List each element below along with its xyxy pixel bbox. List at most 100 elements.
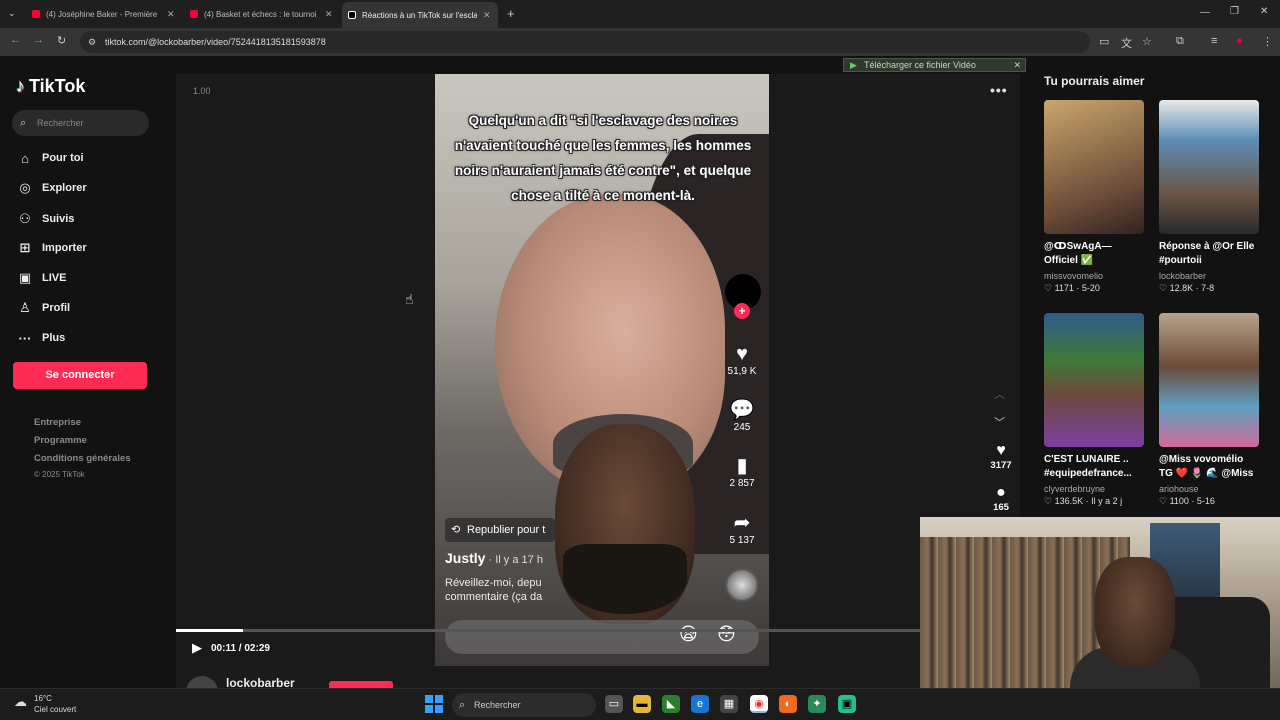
reco-thumbnail[interactable] — [1044, 313, 1144, 447]
menu-kebab-icon[interactable]: ⋮ — [1262, 35, 1273, 48]
reco-stats: ♡ 12.8K · 7-8 — [1159, 283, 1215, 293]
search-input[interactable]: ⌕ Rechercher — [12, 110, 149, 136]
windows-taskbar: ☁ 16°C Ciel couvert ⌕ Rechercher ▭ ▬ ◣ e… — [0, 688, 1280, 720]
url-text: tiktok.com/@lockobarber/video/7524418135… — [105, 37, 326, 47]
minimize-icon[interactable]: — — [1200, 7, 1210, 18]
profile-avatar-icon[interactable]: ● — [1236, 35, 1243, 47]
tab-list-icon[interactable]: ⌄ — [8, 8, 16, 19]
repost-button[interactable]: ⟲ Republier pour t — [445, 518, 555, 542]
new-tab-icon[interactable]: + — [507, 6, 515, 21]
file-explorer-icon[interactable]: ▬ — [633, 695, 651, 713]
video-player[interactable]: 1.00 ••• Quelqu'un a dit "si l'esclavage… — [176, 74, 1020, 688]
playback-speed[interactable]: 1.00 — [193, 86, 211, 96]
side-comment-count: 165 — [993, 502, 1009, 513]
reco-thumbnail[interactable] — [1044, 100, 1144, 234]
edge-icon[interactable]: e — [691, 695, 709, 713]
reco-thumbnail[interactable] — [1159, 100, 1259, 234]
reco-user[interactable]: clyverdebruyne — [1044, 484, 1144, 494]
nav-importer[interactable]: ⊞ Importer — [16, 238, 87, 258]
nav-profil[interactable]: ♙ Profil — [16, 298, 70, 318]
close-icon[interactable]: ✕ — [483, 10, 491, 21]
reco-user[interactable]: lockobarber — [1159, 271, 1259, 281]
close-icon[interactable]: ✕ — [325, 9, 333, 20]
tab-reactions-tiktok[interactable]: Réactions à un TikTok sur l'escla ✕ — [342, 2, 498, 28]
site-info-icon[interactable]: ⚙ — [88, 31, 96, 53]
previous-video-icon[interactable]: ︿ — [994, 386, 1005, 402]
tab-basket-echecs[interactable]: (4) Basket et échecs : le tournoi ✕ — [184, 4, 340, 24]
logo-text: TikTok — [29, 76, 86, 96]
share-count: 5 137 — [729, 535, 755, 546]
nav-pour-toi[interactable]: ⌂ Pour toi — [16, 148, 84, 168]
weather-widget[interactable]: ☁ 16°C Ciel couvert — [14, 693, 76, 715]
cast-icon[interactable]: ▭ — [1099, 35, 1109, 48]
tiktok-logo[interactable]: ♪ TikTok — [16, 76, 85, 97]
save-button[interactable]: ▮ 2 857 — [725, 454, 759, 489]
reco-user[interactable]: missvovomelio — [1044, 271, 1144, 281]
firefox-icon[interactable]: ◐ — [779, 695, 797, 713]
reco-title[interactable]: Réponse à @Or Elle #pourtoii — [1159, 240, 1259, 268]
reco-thumbnail[interactable] — [1159, 313, 1259, 447]
heart-icon: ♥ — [736, 343, 748, 365]
video-progress-bar[interactable] — [176, 629, 920, 632]
side-comment-button[interactable]: ● 165 — [988, 484, 1014, 513]
more-options-icon[interactable]: ••• — [990, 82, 1008, 98]
translate-icon[interactable]: 文 — [1121, 35, 1132, 51]
reco-card[interactable]: @ↀSwAgA—Officiel ✅ missvovomelio ♡ 1171 … — [1044, 100, 1144, 294]
nav-label: Explorer — [42, 182, 87, 194]
bookmark-star-icon[interactable]: ☆ — [1142, 35, 1152, 48]
reco-title[interactable]: C'EST LUNAIRE .. #equipedefrance... — [1044, 453, 1144, 481]
reco-title[interactable]: @Miss vovomélio TG ❤️ 🌷 🌊 @Miss ép... — [1159, 453, 1259, 481]
footer-link-conditions[interactable]: Conditions générales — [34, 453, 131, 464]
media-control-icon[interactable]: ≡ — [1211, 35, 1217, 47]
chrome-icon[interactable]: ◉ — [750, 695, 768, 713]
search-icon: ⌕ — [459, 699, 466, 711]
comment-text: Réveillez-moi, depu commentaire (ça da — [445, 577, 543, 603]
nav-suivis[interactable]: ⚇ Suivis — [16, 209, 74, 229]
reco-title[interactable]: @ↀSwAgA—Officiel ✅ — [1044, 240, 1144, 268]
bookmark-icon: ▮ — [736, 455, 748, 477]
store-icon[interactable]: ▦ — [720, 695, 738, 713]
video-frame[interactable]: Quelqu'un a dit "si l'esclavage des noir… — [435, 74, 769, 666]
tab-josephine-baker[interactable]: (4) Joséphine Baker - Première ✕ — [26, 4, 182, 24]
reco-user[interactable]: ariohouse — [1159, 484, 1259, 494]
extensions-icon[interactable]: ⧉ — [1176, 35, 1184, 48]
side-like-button[interactable]: ♥ 3177 — [988, 442, 1014, 471]
nav-explorer[interactable]: ◎ Explorer — [16, 178, 87, 198]
nvidia-icon[interactable]: ◣ — [662, 695, 680, 713]
window-close-icon[interactable]: ✕ — [1260, 6, 1268, 17]
download-video-button[interactable]: ▶ Télécharger ce fichier Vidéo ✕ — [843, 58, 1026, 72]
app-icon[interactable]: ✦ — [808, 695, 826, 713]
close-icon[interactable]: ✕ — [167, 9, 175, 20]
close-icon[interactable]: ✕ — [1013, 59, 1021, 71]
nav-plus[interactable]: ··· Plus — [16, 328, 66, 348]
reload-icon[interactable]: ↻ — [57, 34, 66, 47]
maximize-icon[interactable]: ❐ — [1230, 6, 1239, 17]
play-icon[interactable]: ▶ — [192, 640, 202, 656]
reco-stats: ♡ 136.5K · Il y a 2 j — [1044, 496, 1123, 506]
address-bar[interactable]: ⚙ tiktok.com/@lockobarber/video/75244181… — [80, 31, 1090, 53]
music-disc[interactable] — [725, 568, 759, 602]
nav-live[interactable]: ▣ LIVE — [16, 268, 67, 288]
comment-input-bar[interactable] — [445, 620, 759, 654]
taskbar-search[interactable]: ⌕ Rechercher — [452, 693, 596, 717]
login-button[interactable]: Se connecter — [13, 362, 147, 389]
reco-card[interactable]: @Miss vovomélio TG ❤️ 🌷 🌊 @Miss ép... ar… — [1159, 313, 1259, 507]
reco-card[interactable]: Réponse à @Or Elle #pourtoii lockobarber… — [1159, 100, 1259, 294]
next-video-icon[interactable]: ﹀ — [994, 414, 1005, 430]
forward-icon[interactable]: → — [33, 34, 44, 46]
task-view-icon[interactable]: ▭ — [605, 695, 623, 713]
back-icon[interactable]: ← — [10, 34, 21, 46]
emoji-reaction-icon[interactable]: 😳 — [717, 624, 736, 645]
emoji-reaction-icon[interactable]: 😪 — [679, 624, 698, 645]
tab-label: (4) Joséphine Baker - Première — [46, 9, 158, 19]
footer-link-programme[interactable]: Programme — [34, 435, 87, 446]
like-button[interactable]: ♥ 51,9 K — [725, 342, 759, 377]
share-button[interactable]: ➦ 5 137 — [725, 511, 759, 546]
footer-link-entreprise[interactable]: Entreprise — [34, 417, 81, 428]
windows-start-icon[interactable] — [425, 695, 443, 713]
follow-plus-icon[interactable]: + — [734, 303, 750, 319]
reco-card[interactable]: C'EST LUNAIRE .. #equipedefrance... clyv… — [1044, 313, 1144, 507]
comment-button[interactable]: 💬 245 — [725, 398, 759, 433]
youtube-favicon-icon — [32, 10, 40, 18]
spotify-app-icon[interactable]: ▣ — [838, 695, 856, 713]
